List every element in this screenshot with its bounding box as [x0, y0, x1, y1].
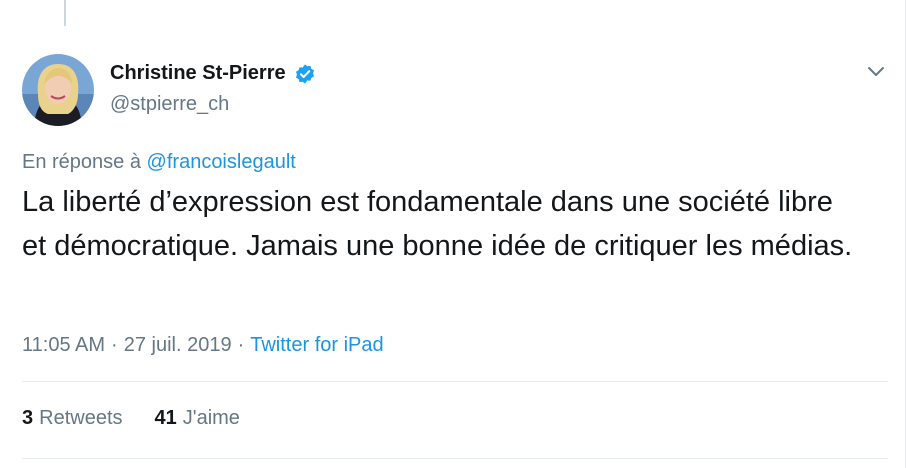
likes-count: 41	[154, 407, 177, 429]
author-display-name[interactable]: Christine St-Pierre	[110, 62, 286, 85]
tweet-metadata: 11:05 AM · 27 juil. 2019 · Twitter for i…	[22, 334, 384, 357]
tweet-date[interactable]: 27 juil. 2019	[124, 334, 232, 357]
tweet-time[interactable]: 11:05 AM	[22, 334, 105, 357]
tweet-stats: 3 Retweets 41 J'aime	[22, 407, 240, 430]
tweet-card: Christine St-Pierre @stpierre_ch En répo…	[0, 0, 906, 468]
meta-separator: ·	[111, 334, 118, 356]
reply-prefix: En réponse à	[22, 151, 141, 173]
tweet-text: La liberté d’expression est fondamentale…	[22, 186, 853, 262]
chevron-down-icon[interactable]	[866, 64, 886, 80]
likes-label: J'aime	[182, 407, 240, 429]
likes-stat[interactable]: 41 J'aime	[155, 407, 240, 430]
reply-mention-link[interactable]: @francoislegault	[147, 151, 296, 173]
author-handle[interactable]: @stpierre_ch	[110, 93, 229, 116]
avatar-image	[22, 54, 94, 126]
retweets-label: Retweets	[39, 407, 123, 429]
reply-context: En réponse à @francoislegault	[22, 151, 296, 174]
verified-badge-icon	[294, 63, 316, 85]
thread-connector-line	[64, 0, 66, 26]
divider	[22, 458, 888, 459]
meta-separator: ·	[237, 334, 245, 356]
tweet-source-link[interactable]: Twitter for iPad	[250, 334, 383, 357]
avatar[interactable]	[22, 54, 94, 126]
retweets-count: 3	[22, 407, 34, 429]
author-row: Christine St-Pierre	[110, 62, 316, 85]
retweets-stat[interactable]: 3 Retweets	[22, 407, 123, 430]
divider	[22, 381, 888, 382]
